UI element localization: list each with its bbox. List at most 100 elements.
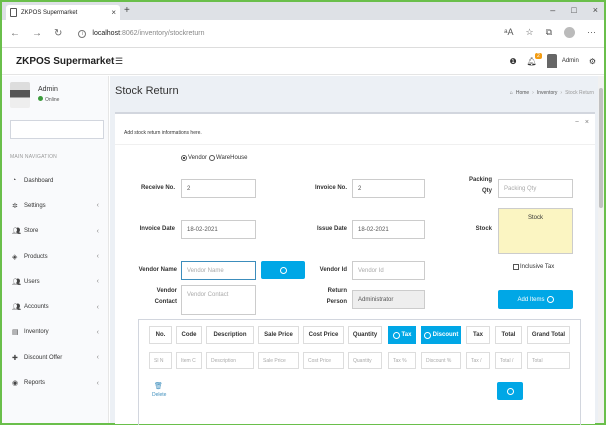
url-field[interactable]: i localhost:8062/inventory/stockreturn — [78, 29, 205, 38]
breadcrumb-home[interactable]: Home — [516, 90, 529, 96]
invoice-date-input[interactable]: 18-02-2021 — [181, 220, 256, 239]
browser-tabbar: ZKPOS Supermarket × + – □ × — [2, 2, 604, 20]
settings-icon[interactable]: ⚙ — [589, 57, 596, 66]
sidebar-item-label: Reports — [24, 380, 46, 387]
breadcrumb-inventory[interactable]: Inventory — [537, 90, 558, 96]
user-name: Admin — [561, 58, 579, 64]
sale-price-input[interactable]: Sale Price — [258, 352, 299, 369]
receive-no-input[interactable]: 2 — [181, 179, 256, 198]
notification-bell-icon[interactable]: 🔔︎ 2 — [527, 52, 542, 66]
grand-total-input[interactable]: Total — [527, 352, 570, 369]
inclusive-tax-checkbox[interactable] — [513, 264, 519, 270]
vendor-radio[interactable] — [181, 155, 187, 161]
col-header-total: Total — [495, 326, 522, 344]
page-icon — [10, 8, 17, 17]
vendor-id-input[interactable]: Vendor Id — [352, 261, 425, 280]
vendor-name-input[interactable]: Vendor Name — [181, 261, 256, 280]
invoice-no-input[interactable]: 2 — [352, 179, 425, 198]
info-circle-icon[interactable]: ❶ — [509, 57, 516, 66]
packing-qty-input[interactable]: Packing Qty — [498, 179, 573, 198]
close-tab-icon[interactable]: × — [111, 8, 116, 17]
quantity-input[interactable]: Quantity — [348, 352, 382, 369]
remove-icon[interactable]: × — [585, 119, 589, 126]
inclusive-tax-checkbox-row: Inclusive Tax — [513, 264, 554, 270]
return-person-label-2: Person — [326, 299, 347, 305]
browser-toolbar: ᵃA ☆ ⧉ ··· — [504, 27, 596, 38]
sidebar-item-accounts[interactable]: 👥︎ Accounts ‹ — [2, 294, 109, 319]
maximize-icon[interactable]: □ — [571, 5, 576, 15]
trash-icon[interactable]: 🗑︎ — [154, 382, 163, 390]
user-menu[interactable]: Admin — [546, 54, 579, 68]
add-circle-icon — [546, 296, 554, 303]
profile-avatar[interactable] — [564, 27, 575, 38]
tax-amount-input[interactable]: Tax / — [466, 352, 490, 369]
back-icon[interactable]: ← — [10, 28, 20, 39]
add-items-button[interactable]: Add Items — [498, 290, 573, 309]
gear-icon: ✲ — [12, 202, 18, 210]
invoice-no-label: Invoice No. — [314, 185, 347, 191]
vendor-contact-textarea[interactable]: Vendor Contact — [181, 285, 256, 315]
url-path: :8062/inventory/stockreturn — [120, 30, 205, 37]
brand-logo[interactable]: ZKPOS Supermarket — [16, 56, 114, 67]
window-controls: – □ × — [550, 5, 598, 15]
delete-row-link[interactable]: Delete — [152, 392, 166, 398]
description-input[interactable]: Description — [206, 352, 254, 369]
new-tab-icon[interactable]: + — [124, 5, 130, 17]
info-icon[interactable]: i — [78, 29, 87, 38]
sidebar-item-store[interactable]: 👥︎ Store ‹ — [2, 219, 109, 244]
total-input[interactable]: Total / — [495, 352, 522, 369]
sidebar-item-inventory[interactable]: ▤ Inventory ‹ — [2, 320, 109, 345]
minimize-icon[interactable]: – — [550, 5, 555, 15]
chevron-left-icon: ‹ — [96, 202, 99, 210]
dashboard-icon: ◔ — [12, 177, 17, 185]
menu-toggle-icon[interactable]: ☰ — [115, 56, 123, 67]
warehouse-radio[interactable] — [209, 155, 216, 161]
browser-tab[interactable]: ZKPOS Supermarket × — [6, 5, 120, 20]
serial-no-input[interactable]: Sl N — [149, 352, 172, 369]
box-tools: − × — [575, 119, 589, 126]
more-icon[interactable]: ··· — [587, 27, 596, 38]
sidebar-item-settings[interactable]: ✲ Settings ‹ — [2, 193, 109, 218]
vendor-radio-label: Vendor — [188, 155, 208, 161]
collections-icon[interactable]: ⧉ — [546, 27, 552, 38]
scroll-thumb[interactable] — [599, 88, 603, 208]
sidebar-item-users[interactable]: 👥︎ Users ‹ — [2, 269, 109, 294]
close-window-icon[interactable]: × — [593, 5, 598, 15]
col-header-cost-price: Cost Price — [303, 326, 344, 344]
item-code-input[interactable]: Item C — [176, 352, 202, 369]
read-aloud-icon[interactable]: ᵃA — [504, 27, 513, 38]
sidebar-item-label: Inventory — [24, 329, 49, 336]
reports-icon: ◉ — [12, 380, 19, 388]
sidebar-item-reports[interactable]: ◉ Reports ‹ — [2, 370, 109, 395]
chevron-left-icon: ‹ — [96, 253, 99, 261]
sidebar-item-dashboard[interactable]: ◔ Dashboard — [2, 168, 109, 193]
chevron-left-icon: ‹ — [96, 354, 99, 362]
collapse-icon[interactable]: − — [575, 119, 579, 126]
page-scrollbar[interactable] — [598, 76, 604, 423]
sidebar-item-label: Store — [24, 228, 39, 235]
add-row-button[interactable] — [497, 382, 523, 400]
sidebar-search-input[interactable] — [10, 120, 104, 139]
cost-price-input[interactable]: Cost Price — [303, 352, 344, 369]
col-header-quantity: Quantity — [348, 326, 382, 344]
favorites-icon[interactable]: ☆ — [525, 27, 533, 38]
sidebar-item-products[interactable]: ◈ Products ‹ — [2, 244, 109, 269]
reload-icon[interactable]: ↻ — [54, 28, 62, 39]
chevron-left-icon: ‹ — [96, 379, 99, 387]
user-status-text: Online — [45, 97, 60, 103]
add-items-label: Add Items — [517, 296, 545, 303]
user-avatar — [546, 54, 557, 68]
forward-icon[interactable]: → — [32, 28, 42, 39]
content-area: Stock Return ⌂ Home › Inventory › Stock … — [110, 76, 604, 425]
issue-date-input[interactable]: 18-02-2021 — [352, 220, 425, 239]
sidebar-item-discount-offer[interactable]: ✚ Discount Offer ‹ — [2, 345, 109, 370]
discount-percent-input[interactable]: Discount % — [421, 352, 461, 369]
tax-toggle-button[interactable]: Tax — [388, 326, 416, 344]
box-divider — [115, 144, 595, 145]
vendor-search-button[interactable] — [261, 261, 305, 279]
tax-percent-input[interactable]: Tax % — [388, 352, 416, 369]
discount-toggle-button[interactable]: Discount — [421, 326, 461, 344]
packing-qty-label-1: Packing — [468, 177, 492, 183]
users-icon: 👥︎ — [12, 228, 21, 236]
col-header-sale-price: Sale Price — [258, 326, 299, 344]
